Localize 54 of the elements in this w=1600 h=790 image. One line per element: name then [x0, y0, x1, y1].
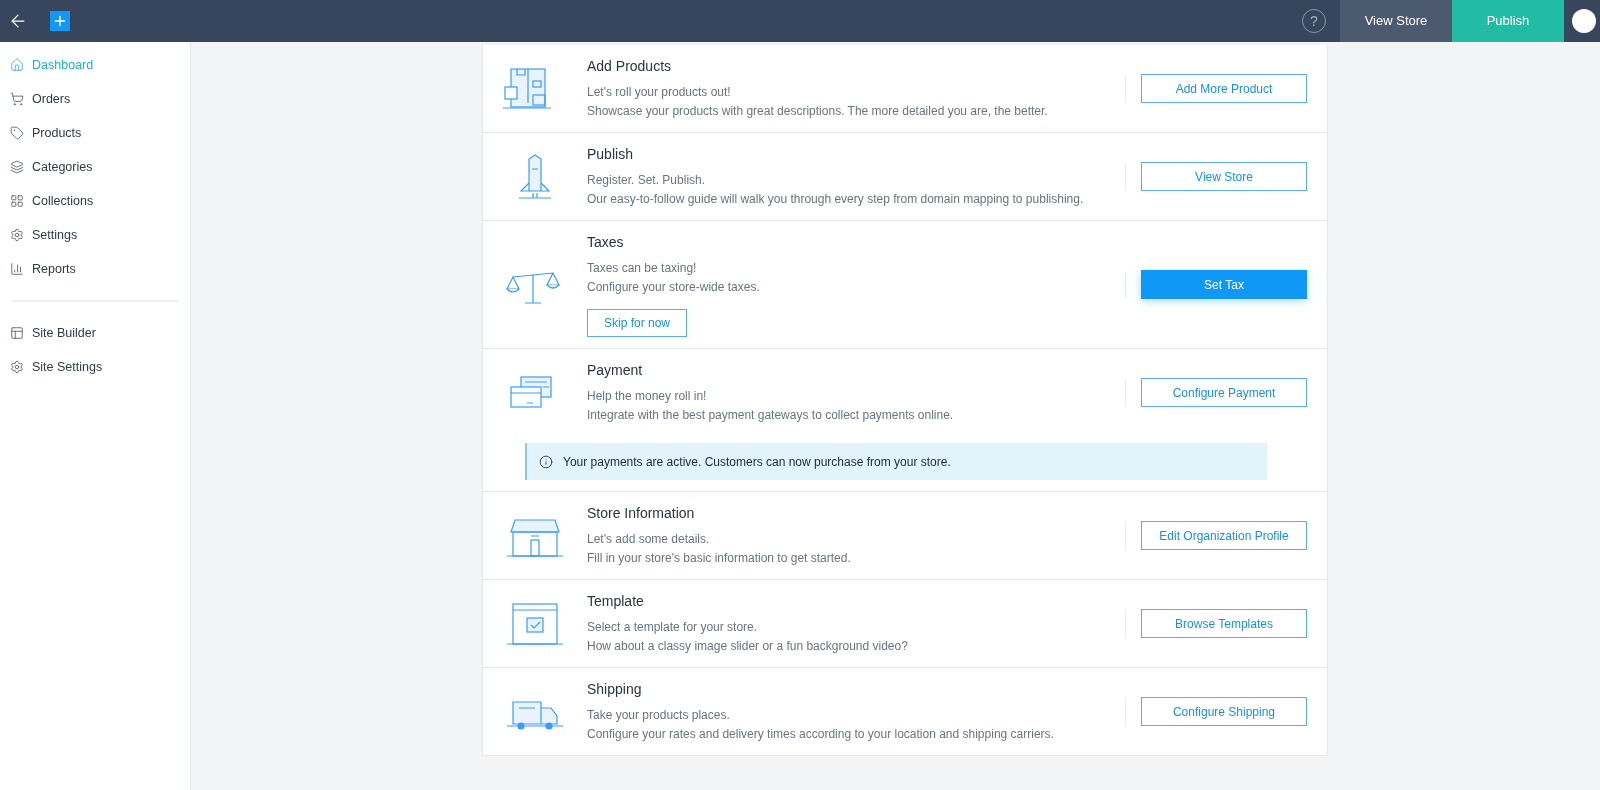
top-bar-button[interactable]: Publish [1452, 0, 1564, 42]
cart-icon [10, 92, 24, 106]
section-description: Integrate with the best payment gateways to collect payments online. [587, 407, 955, 424]
info-icon [539, 454, 553, 469]
action-button[interactable]: Edit Organization Profile [1141, 521, 1307, 550]
notice-text: Your payments are active. Customers can now purchase from your store. [563, 453, 951, 471]
section-title: Taxes [587, 233, 625, 252]
section-description: Let's roll your products out! [587, 84, 732, 101]
sidebar-item[interactable]: Site Builder [10, 316, 180, 350]
bar-chart-icon [10, 262, 24, 276]
avatar[interactable] [1572, 9, 1596, 33]
section-description: Let's add some details. [587, 531, 711, 548]
section-title: Shipping [587, 680, 643, 699]
action-button[interactable]: View Store [1141, 162, 1307, 191]
layout-icon [10, 326, 24, 340]
sidebar-item[interactable]: Products [0, 116, 190, 150]
section-description: Configure your store-wide taxes. [587, 279, 761, 296]
add-button[interactable] [50, 11, 70, 31]
action-button[interactable]: Configure Payment [1141, 378, 1307, 407]
section-title: Payment [587, 361, 644, 380]
section-title: Store Information [587, 504, 696, 523]
layers-icon [10, 160, 24, 174]
section-title: Add Products [587, 57, 673, 76]
action-button[interactable]: Configure Shipping [1141, 697, 1307, 726]
top-bar-button[interactable]: View Store [1340, 0, 1452, 42]
section-description: Our easy-to-follow guide will walk you through every step from domain mapping to publishing. [587, 191, 1085, 208]
plus-icon [52, 13, 68, 29]
sidebar-item[interactable]: Categories [0, 150, 190, 184]
section-description: Select a template for your store. [587, 619, 759, 636]
sidebar-item[interactable]: Orders [0, 82, 190, 116]
section-title: Template [587, 592, 645, 611]
sidebar-item[interactable]: Collections [0, 184, 190, 218]
section-title: Publish [587, 145, 634, 164]
section-description: Take your products places. [587, 707, 731, 724]
section-description: Showcase your products with great descriptions. The more detailed you are, the better. [587, 103, 1049, 120]
sidebar-item[interactable]: Reports [0, 252, 190, 286]
settings-icon [10, 360, 24, 374]
home-icon [10, 58, 24, 72]
section-description: Help the money roll in! [587, 388, 708, 405]
section-description: Fill in your store's basic information to get started. [587, 550, 852, 567]
grid-icon [10, 194, 24, 208]
sidebar-item[interactable]: Dashboard [0, 48, 190, 82]
skip-button[interactable]: Skip for now [587, 309, 687, 337]
section-description: Configure your rates and delivery times according to your location and shipping carriers. [587, 726, 1055, 743]
sidebar-item[interactable]: Settings [0, 218, 190, 252]
sidebar-item[interactable]: Site Settings [10, 350, 180, 384]
settings-icon [10, 228, 24, 242]
section-description: Register. Set. Publish. [587, 172, 707, 189]
action-button[interactable]: Set Tax [1141, 270, 1307, 299]
action-button[interactable]: Add More Product [1141, 74, 1307, 103]
section-description: How about a classy image slider or a fun background video? [587, 638, 909, 655]
action-button[interactable]: Browse Templates [1141, 609, 1307, 638]
section-description: Taxes can be taxing! [587, 260, 698, 277]
tag-icon [10, 126, 24, 140]
